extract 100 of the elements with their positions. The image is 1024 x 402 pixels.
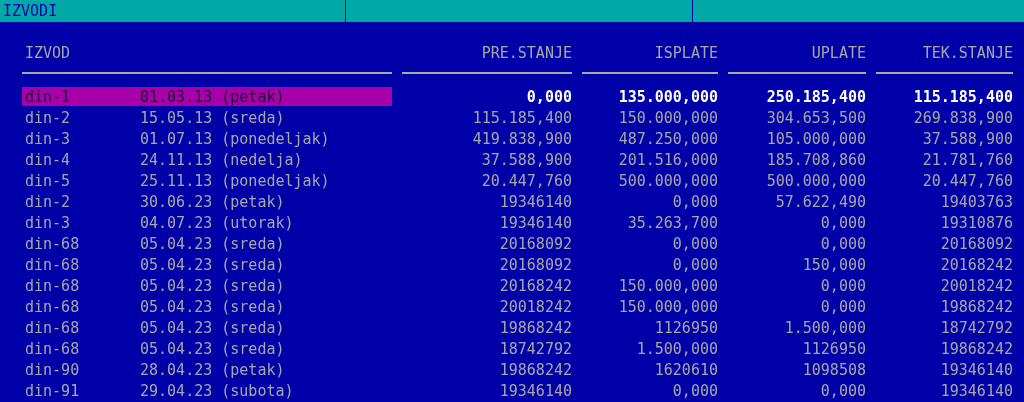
table-cell-text: 37.588,900 <box>480 150 572 169</box>
table-cell-text: 1098508 <box>801 360 866 379</box>
table-cell: 05.04.23 (sreda) <box>140 339 285 358</box>
table-cell-text: 19868242 <box>498 360 572 379</box>
table-cell-text: 20168242 <box>498 276 572 295</box>
table-cell-text: 18742792 <box>939 318 1013 337</box>
row-label[interactable]: din-68 05.04.23 (sreda) <box>22 318 392 337</box>
table-cell-text: 1126950 <box>653 318 718 337</box>
table-cell-text: 20.447,760 <box>921 171 1013 190</box>
table-cell: 05.04.23 (sreda) <box>140 276 285 295</box>
table-cell-text: 0,000 <box>671 234 718 253</box>
table-cell: 04.07.23 (utorak) <box>140 213 294 232</box>
table-cell-text: 500.000,000 <box>765 171 866 190</box>
table-cell-text: 487.250,000 <box>617 129 718 148</box>
column-header: UPLATE <box>810 44 866 62</box>
row-label[interactable]: din-3 04.07.23 (utorak) <box>22 213 392 232</box>
table-cell-text: 37.588,900 <box>921 129 1013 148</box>
table-cell-text: 19868242 <box>939 339 1013 358</box>
table-cell: 30.06.23 (petak) <box>140 192 285 211</box>
table-cell-text: 0,000 <box>671 381 718 400</box>
table-cell-text: din-68 <box>25 234 81 253</box>
table-cell-text: 19346140 <box>939 381 1013 400</box>
row-label[interactable]: din-91 29.04.23 (subota) <box>22 381 392 400</box>
table-cell: 28.04.23 (petak) <box>140 360 285 379</box>
table-cell: 01.03.13 (petak) <box>140 87 285 106</box>
table-cell-text: 19346140 <box>498 381 572 400</box>
table-cell-text: 1.500,000 <box>783 318 866 337</box>
table-cell-text: 19310876 <box>939 213 1013 232</box>
table-cell: 01.07.13 (ponedeljak) <box>140 129 330 148</box>
row-label[interactable]: din-68 05.04.23 (sreda) <box>22 339 392 358</box>
table-cell-text: 304.653,500 <box>765 108 866 127</box>
table-cell-text: 1620610 <box>653 360 718 379</box>
table-cell-text: 500.000,000 <box>617 171 718 190</box>
table-cell-text: 150.000,000 <box>617 108 718 127</box>
table-cell-text: 105.000,000 <box>765 129 866 148</box>
table-cell-text: 0,000 <box>819 213 866 232</box>
table-cell-text: 57.622,490 <box>774 192 866 211</box>
table-cell: 05.04.23 (sreda) <box>140 297 285 316</box>
table-cell-text: 250.185,400 <box>765 87 866 106</box>
table-cell-text: 0,000 <box>671 192 718 211</box>
table-cell-text: 150.000,000 <box>617 297 718 316</box>
table-cell-text: 19346140 <box>498 213 572 232</box>
row-label[interactable]: din-4 24.11.13 (nedelja) <box>22 150 392 169</box>
row-label[interactable]: din-2 30.06.23 (petak) <box>22 192 392 211</box>
column-header: ISPLATE <box>653 44 718 62</box>
table-cell: 25.11.13 (ponedeljak) <box>140 171 330 190</box>
row-label[interactable]: din-68 05.04.23 (sreda) <box>22 234 392 253</box>
row-label[interactable]: din-68 05.04.23 (sreda) <box>22 297 392 316</box>
column-header: PRE.STANJE <box>480 44 572 62</box>
table-cell-text: 0,000 <box>819 276 866 295</box>
table-cell-text: 135.000,000 <box>617 87 718 106</box>
table-cell: 05.04.23 (sreda) <box>140 255 285 274</box>
column-header: IZVOD <box>24 44 72 62</box>
table-cell-text: din-68 <box>25 276 81 295</box>
row-label[interactable]: din-2 15.05.13 (sreda) <box>22 108 392 127</box>
table-cell-text: 19346140 <box>939 360 1013 379</box>
table-cell-text: din-90 <box>25 360 81 379</box>
table-cell-text: 0,000 <box>671 255 718 274</box>
table-cell-text: 19868242 <box>498 318 572 337</box>
table-cell-text: 419.838,900 <box>471 129 572 148</box>
table-cell-text: 20168092 <box>498 255 572 274</box>
table-cell-text: 150.000,000 <box>617 276 718 295</box>
table-cell-text: din-91 <box>25 381 81 400</box>
table-cell-text: 0,000 <box>819 297 866 316</box>
table-cell-text: din-3 <box>25 213 72 232</box>
table-cell-text: din-5 <box>25 171 72 190</box>
table-cell-text: din-68 <box>25 318 81 337</box>
table-cell-text: 0,000 <box>819 381 866 400</box>
table-cell-text: din-68 <box>25 339 81 358</box>
table-cell-text: 19403763 <box>939 192 1013 211</box>
table-cell-text: 21.781,760 <box>921 150 1013 169</box>
table-cell: 05.04.23 (sreda) <box>140 234 285 253</box>
table-cell-text: 19346140 <box>498 192 572 211</box>
column-header: TEK.STANJE <box>921 44 1013 62</box>
table-cell-text: 1126950 <box>801 339 866 358</box>
table-cell-text: 20168092 <box>498 234 572 253</box>
row-label[interactable]: din-3 01.07.13 (ponedeljak) <box>22 129 392 148</box>
table-cell-text: 0,000 <box>525 87 572 106</box>
row-label[interactable]: din-68 05.04.23 (sreda) <box>22 255 392 274</box>
table-cell-text: din-2 <box>25 192 72 211</box>
table-cell: 24.11.13 (nedelja) <box>140 150 303 169</box>
table-cell-text: 1.500,000 <box>635 339 718 358</box>
table-cell-text: din-4 <box>25 150 72 169</box>
row-label[interactable]: din-68 05.04.23 (sreda) <box>22 276 392 295</box>
row-label[interactable]: din-90 28.04.23 (petak) <box>22 360 392 379</box>
table-cell-text: 20018242 <box>939 276 1013 295</box>
table-cell: 05.04.23 (sreda) <box>140 318 285 337</box>
table-cell-text: din-68 <box>25 297 81 316</box>
row-label[interactable]: din-5 25.11.13 (ponedeljak) <box>22 171 392 190</box>
table-cell-text: 115.185,400 <box>912 87 1013 106</box>
table-cell-text: 20168092 <box>939 234 1013 253</box>
table-cell-text: 20168242 <box>939 255 1013 274</box>
table-cell-text: 19868242 <box>939 297 1013 316</box>
table-cell-text: 115.185,400 <box>471 108 572 127</box>
table-cell-text: 201.516,000 <box>617 150 718 169</box>
table-cell-text: din-2 <box>25 108 72 127</box>
table-cell-text: 35.263,700 <box>626 213 718 232</box>
table-cell-text: 20018242 <box>498 297 572 316</box>
table-cell-text: 0,000 <box>819 234 866 253</box>
table-cell-text: 150,000 <box>801 255 866 274</box>
